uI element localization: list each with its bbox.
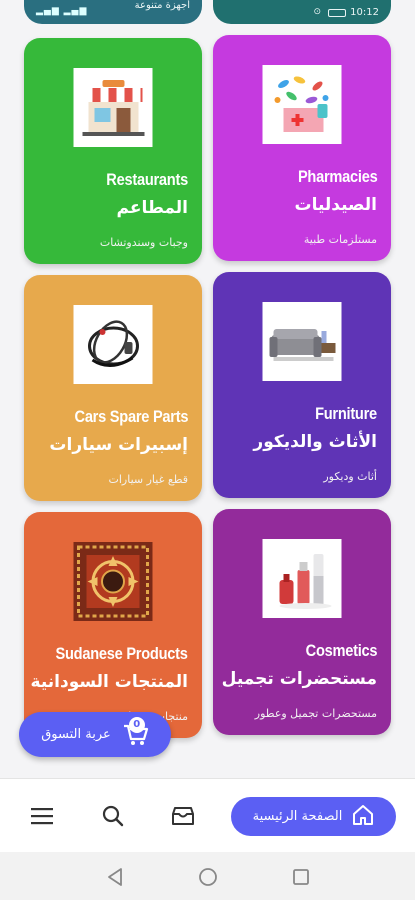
app-screen: ▂▄▆ ▂▄▆ أجهزة متنوعة ⊙ 10:12 Restaurants… xyxy=(0,0,415,900)
category-card-sudanese-products[interactable]: Sudanese Products المنتجات السودانية منت… xyxy=(24,512,202,738)
card-subtitle: وجبات وسندوتشات xyxy=(99,236,188,249)
partial-card-top-left[interactable]: ▂▄▆ ▂▄▆ أجهزة متنوعة xyxy=(24,0,202,24)
car-parts-icon xyxy=(73,305,153,384)
search-icon[interactable] xyxy=(101,804,125,828)
card-title-en: Furniture xyxy=(315,404,377,423)
cart-icon: 0 xyxy=(123,716,149,747)
cart-count-badge: 0 xyxy=(128,716,145,733)
partial-card-top-right[interactable]: ⊙ 10:12 xyxy=(213,0,391,24)
shopping-cart-button[interactable]: عربة التسوق 0 xyxy=(19,712,171,757)
recents-square-icon[interactable] xyxy=(290,866,312,888)
card-title-en: Cosmetics xyxy=(305,641,377,660)
location-icon: ⊙ xyxy=(313,7,321,17)
card-title-ar: المنتجات السودانية xyxy=(30,672,188,692)
category-card-furniture[interactable]: Furniture الأثاث والديكور أثاث وديكور xyxy=(213,272,391,498)
card-title-ar: مستحضرات تجميل xyxy=(221,669,377,689)
orders-box-icon[interactable] xyxy=(171,804,195,828)
signal-icon: ▂▄▆ ▂▄▆ xyxy=(36,6,88,16)
restaurant-storefront-icon xyxy=(73,68,153,147)
battery-icon xyxy=(328,9,346,17)
card-title-en: Cars Spare Parts xyxy=(74,407,188,426)
card-subtitle: مستلزمات طبية xyxy=(303,233,377,246)
pharmacy-pills-box-icon xyxy=(262,65,342,144)
card-subtitle: مستحضرات تجميل وعطور xyxy=(254,707,377,720)
category-card-restaurants[interactable]: Restaurants المطاعم وجبات وسندوتشات xyxy=(24,38,202,264)
home-icon xyxy=(352,804,374,830)
category-card-pharmacies[interactable]: Pharmacies الصيدليات مستلزمات طبية xyxy=(213,35,391,261)
category-card-cosmetics[interactable]: Cosmetics مستحضرات تجميل مستحضرات تجميل … xyxy=(213,509,391,735)
category-card-cars-spare-parts[interactable]: Cars Spare Parts إسبيرات سيارات قطع غيار… xyxy=(24,275,202,501)
sudanese-pattern-icon xyxy=(73,542,153,621)
card-title-ar: المطاعم xyxy=(116,198,189,218)
card-title-ar: إسبيرات سيارات xyxy=(49,435,188,455)
home-nav-button[interactable]: الصفحة الرئيسية xyxy=(231,797,396,836)
sofa-furniture-icon xyxy=(262,302,342,381)
cosmetics-bottles-icon xyxy=(262,539,342,618)
card-subtitle: أثاث وديكور xyxy=(323,470,377,483)
card-title-en: Sudanese Products xyxy=(55,644,188,663)
card-title-en: Pharmacies xyxy=(297,167,377,186)
system-navigation-bar xyxy=(0,852,415,900)
card-title-ar: الصيدليات xyxy=(294,195,377,215)
back-triangle-icon[interactable] xyxy=(104,866,126,888)
home-circle-icon[interactable] xyxy=(197,866,219,888)
card-subtitle: قطع غيار سيارات xyxy=(108,473,188,486)
bottom-navigation: الصفحة الرئيسية xyxy=(0,778,415,852)
home-label: الصفحة الرئيسية xyxy=(252,809,343,824)
partial-card-label: أجهزة متنوعة xyxy=(134,0,190,11)
card-title-ar: الأثاث والديكور xyxy=(253,432,377,452)
card-title-en: Restaurants xyxy=(106,170,188,189)
menu-icon[interactable] xyxy=(30,804,54,828)
cart-label: عربة التسوق xyxy=(41,727,111,742)
status-time: 10:12 xyxy=(350,7,379,18)
